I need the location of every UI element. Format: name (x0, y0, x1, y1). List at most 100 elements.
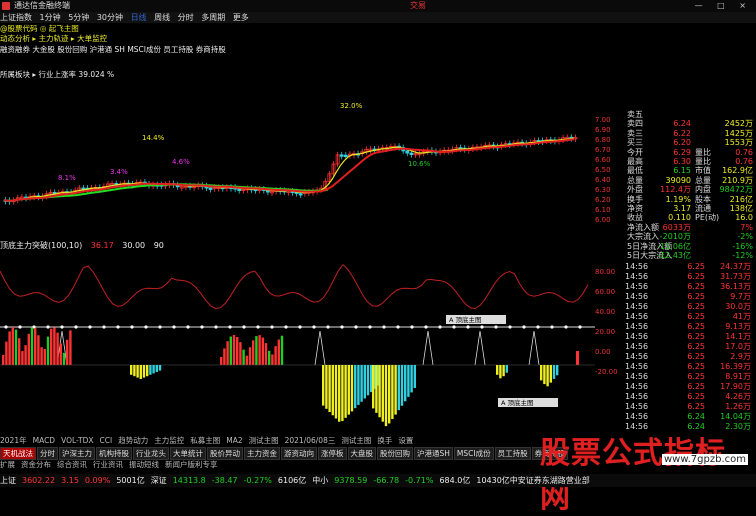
menu-item[interactable]: 多周期 (201, 13, 225, 22)
tick-row: 14:56 6.25 9.7万 (625, 292, 756, 302)
trade-button[interactable]: 交易 (410, 0, 426, 12)
extra-tab[interactable]: 振动短线 (129, 460, 159, 469)
baseline-dot (298, 325, 302, 329)
baseline-dot (116, 325, 120, 329)
tick-volume: 2.9万 (730, 352, 751, 361)
tick-row: 14:56 6.25 4.26万 (625, 392, 756, 402)
tick-price: 6.25 (687, 292, 705, 301)
baseline-dot (564, 325, 568, 329)
baseline-dot (242, 325, 246, 329)
indicator-name[interactable]: 顶底主力突破(100,10) (0, 241, 82, 250)
tick-volume: 17.0万 (725, 342, 751, 351)
menu-item[interactable]: 分时 (178, 13, 194, 22)
tick-list[interactable]: 14:56 6.25 24.37万 14:56 6.25 31.73万 14:56 6.25 3… (597, 262, 756, 432)
indicator-header: 顶底主力突破(100,10) 36.17 30.00 90 (0, 240, 595, 251)
menu-item[interactable]: 上证指数 (0, 13, 32, 22)
tick-price: 6.25 (687, 382, 705, 391)
main-candlestick-chart[interactable]: 32.0% 14.4% 4.6% 8.1% 3.4% 10.6% (0, 80, 595, 235)
indicator-tab[interactable]: VOL-TDX (61, 436, 93, 445)
extra-tab[interactable]: 资金分布 (21, 460, 51, 469)
indicator-tab[interactable]: MA2 (226, 436, 242, 445)
menu-item[interactable]: 30分钟 (97, 13, 123, 22)
indicator-tab[interactable]: 2021年 (0, 436, 27, 445)
baseline-dot (102, 325, 106, 329)
baseline-dot (522, 325, 526, 329)
bar (397, 365, 400, 411)
marker-label: A 顶底主图 (449, 315, 482, 324)
indicator-tab[interactable]: MACD (33, 436, 55, 445)
bar (21, 351, 24, 365)
bar (378, 365, 381, 418)
quote-value-2: -12% (732, 251, 753, 260)
baseline-dot (396, 325, 400, 329)
indicator-tab[interactable]: 测试主图 (249, 436, 279, 445)
bar (11, 327, 14, 365)
feature-tabs: 天机战法 分时 沪深主力 机构持股 行业龙头 大单统计 股价异动 主力资金 游资动向 涨停板 大盘股… (0, 447, 568, 460)
menu-item[interactable]: 5分钟 (68, 13, 89, 22)
bar (56, 332, 59, 365)
tick-volume: 1.26万 (725, 402, 751, 411)
indicator-tab[interactable]: 设置 (398, 436, 413, 445)
bar (350, 365, 354, 412)
bar (410, 365, 413, 393)
bar (226, 341, 229, 365)
index-value: 5001亿 (116, 476, 145, 485)
menu-item[interactable]: 更多 (233, 13, 249, 22)
indicator-tab[interactable]: 私募主图 (190, 436, 220, 445)
baseline-dot (326, 325, 330, 329)
cyan-yellow-bars (130, 365, 559, 427)
tick-price: 6.25 (687, 312, 705, 321)
bar (322, 365, 325, 406)
tick-volume: 24.37万 (720, 262, 751, 271)
bar (354, 365, 357, 409)
bar (261, 337, 264, 365)
bar (505, 365, 508, 373)
bar (264, 343, 268, 365)
baseline-dot (368, 325, 372, 329)
bar (30, 327, 34, 365)
menu-item-active[interactable]: 日线 (131, 13, 147, 22)
baseline-dot (158, 325, 162, 329)
indicator-tabs: 2021年 MACD VOL-TDX CCI 趋势动力 主力监控 私募主图 MA2 测试主图 20… (0, 436, 540, 446)
menu-item[interactable]: 1分钟 (40, 13, 61, 22)
extra-tab[interactable]: 新闻户版利专享 (165, 460, 218, 469)
index-value: 10430亿中安证券东湖路营业部 (476, 476, 590, 485)
baseline-dot (88, 325, 92, 329)
bar (239, 342, 242, 365)
baseline-dot (466, 325, 470, 329)
bar (341, 365, 344, 422)
extra-tab[interactable]: 扩展 (0, 460, 15, 469)
index-name: 深证 (150, 476, 167, 485)
bar (50, 328, 53, 365)
window-controls[interactable]: — □ × (695, 0, 752, 12)
index-value: -0.71% (405, 476, 434, 485)
baseline-dot (284, 325, 288, 329)
candle-body (237, 188, 242, 192)
tick-volume: 41万 (732, 312, 751, 321)
info-line-3: 融资融券 大金股 股份回购 沪港通 SH MSCI成份 员工持股 券商持股 (0, 45, 226, 54)
period-menu: 上证指数 1分钟 5分钟 30分钟 日线 周线 分时 多周期 更多 (0, 12, 756, 23)
baseline-dot (354, 325, 358, 329)
indicator-chart[interactable]: A 顶底主图 A 顶底主图 (0, 251, 595, 429)
window-title: 通达信金融终端 (14, 1, 70, 10)
indicator-tab[interactable]: 趋势动力 (118, 436, 148, 445)
indicator-tab[interactable]: 换手 (377, 436, 392, 445)
extra-tab[interactable]: 行业资讯 (93, 460, 123, 469)
indicator-tab[interactable]: CCI (100, 436, 113, 445)
tick-row: 14:56 6.24 14.04万 (625, 412, 756, 422)
baseline-dot (18, 325, 22, 329)
tick-price: 6.25 (687, 282, 705, 291)
indicator-tab[interactable]: 测试主图 (341, 436, 371, 445)
spike-marker (528, 330, 540, 366)
baseline-dot (60, 325, 64, 329)
tick-row: 14:56 6.25 16.39万 (625, 362, 756, 372)
extra-tab[interactable]: 综合资讯 (57, 460, 87, 469)
menu-item[interactable]: 周线 (154, 13, 170, 22)
baseline-dot (186, 325, 190, 329)
bar (338, 365, 341, 422)
bar (152, 365, 155, 374)
indicator-tab[interactable]: 主力监控 (154, 436, 184, 445)
indicator-tab[interactable]: 2021/06/08三 (285, 436, 336, 445)
tick-row: 14:56 6.25 17.90万 (625, 382, 756, 392)
red-bars (2, 327, 579, 365)
